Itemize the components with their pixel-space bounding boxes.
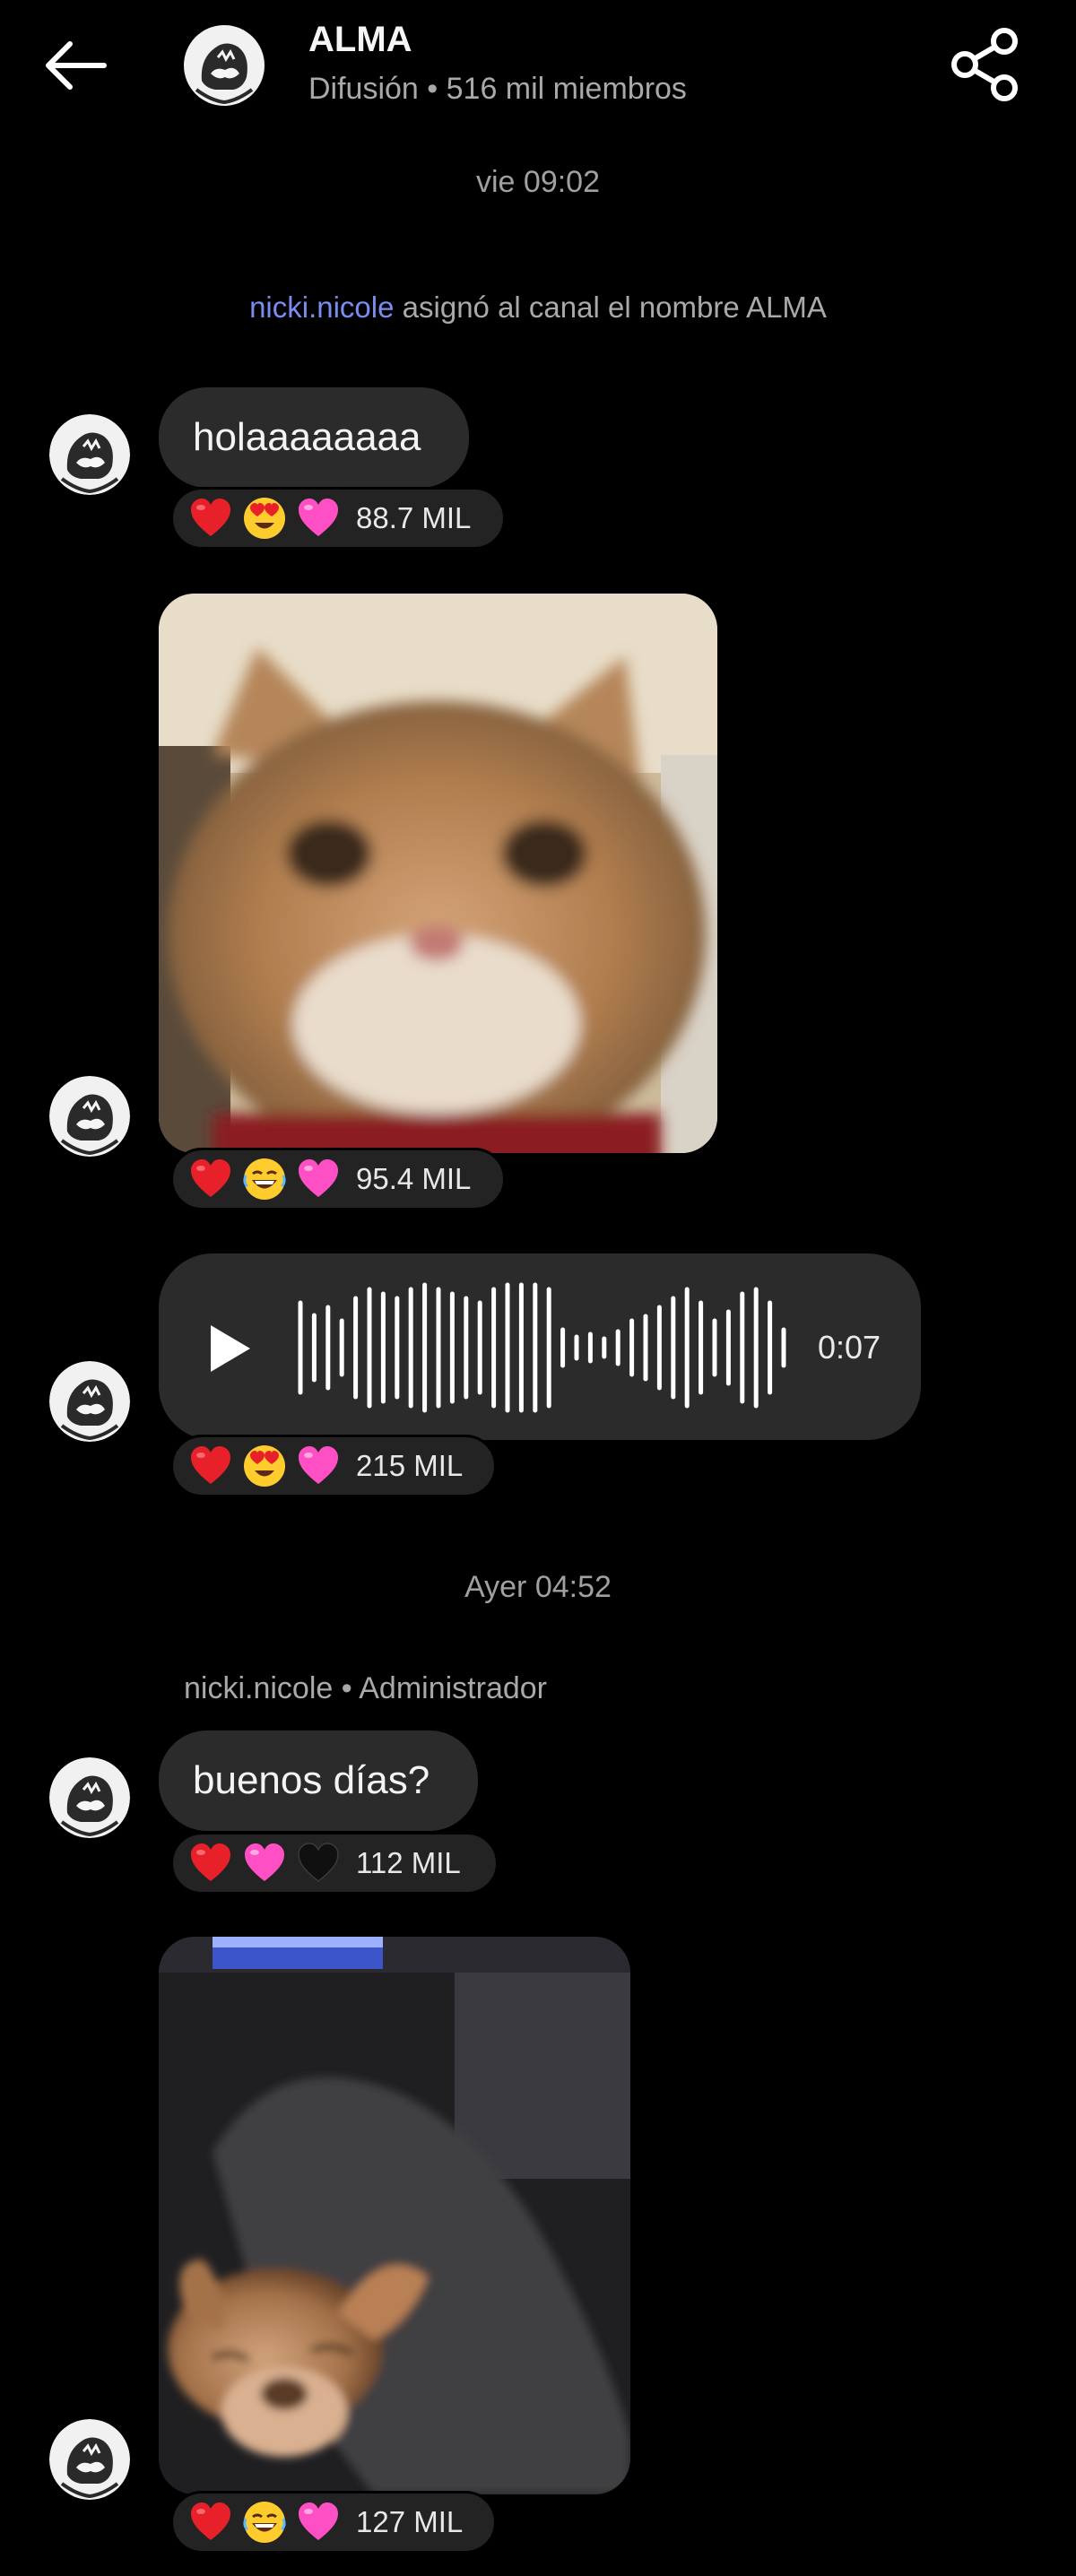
black-heart-icon — [295, 1840, 342, 1886]
system-message-text: asignó al canal el nombre ALMA — [394, 291, 827, 324]
message-text: buenos días? — [193, 1758, 430, 1802]
reaction-count: 112 MIL — [356, 1846, 461, 1879]
pink-heart-icon — [295, 495, 342, 542]
reactions-bar[interactable]: 95.4 MIL — [170, 1148, 506, 1210]
pink-heart-icon — [295, 1443, 342, 1489]
reactions-bar[interactable]: 127 MIL — [170, 2491, 497, 2554]
avatar[interactable] — [49, 1361, 130, 1442]
heart-icon — [187, 495, 234, 542]
avatar[interactable] — [49, 1757, 130, 1838]
reaction-count: 127 MIL — [356, 2505, 464, 2538]
heart-eyes-icon — [241, 1443, 288, 1489]
share-icon[interactable] — [950, 27, 1022, 102]
channel-avatar[interactable] — [184, 25, 265, 106]
sender-role: Administrador — [359, 1671, 547, 1705]
pink-heart-icon — [295, 2499, 342, 2546]
sender-line: nicki.nicole • Administrador — [184, 1671, 547, 1706]
sender-name[interactable]: nicki.nicole — [184, 1671, 333, 1705]
reactions-bar[interactable]: 215 MIL — [170, 1435, 497, 1497]
reactions-bar[interactable]: 88.7 MIL — [170, 487, 506, 550]
audio-message[interactable]: 0:07 — [159, 1253, 921, 1440]
reaction-count: 95.4 MIL — [356, 1162, 472, 1195]
cat-photo[interactable] — [159, 594, 717, 1153]
laughing-icon — [241, 2499, 288, 2546]
heart-icon — [187, 1443, 234, 1489]
play-icon[interactable] — [207, 1323, 254, 1374]
pink-heart-icon — [241, 1840, 288, 1886]
audio-duration: 0:07 — [818, 1329, 881, 1366]
date-separator: Ayer 04:52 — [464, 1570, 612, 1604]
channel-title[interactable]: ALMA — [308, 20, 412, 60]
heart-icon — [187, 1156, 234, 1202]
reactions-bar[interactable]: 112 MIL — [170, 1832, 499, 1895]
heart-icon — [187, 1840, 234, 1886]
dog-photo[interactable] — [159, 1937, 630, 2494]
back-arrow-icon[interactable] — [39, 34, 117, 97]
message-text: holaaaaaaaa — [193, 415, 421, 459]
system-message: nicki.nicole asignó al canal el nombre A… — [0, 291, 1076, 325]
date-separator: vie 09:02 — [476, 165, 600, 199]
avatar[interactable] — [49, 414, 130, 495]
pink-heart-icon — [295, 1156, 342, 1202]
reaction-count: 88.7 MIL — [356, 501, 472, 534]
reaction-count: 215 MIL — [356, 1449, 464, 1482]
message-bubble[interactable]: holaaaaaaaa — [159, 387, 469, 488]
system-message-user[interactable]: nicki.nicole — [249, 291, 394, 324]
heart-eyes-icon — [241, 495, 288, 542]
heart-icon — [187, 2499, 234, 2546]
avatar[interactable] — [49, 1076, 130, 1157]
laughing-icon — [241, 1156, 288, 1202]
separator-dot: • — [341, 1671, 360, 1705]
avatar[interactable] — [49, 2419, 130, 2500]
channel-subtitle[interactable]: Difusión • 516 mil miembros — [308, 72, 687, 107]
message-bubble[interactable]: buenos días? — [159, 1730, 478, 1831]
